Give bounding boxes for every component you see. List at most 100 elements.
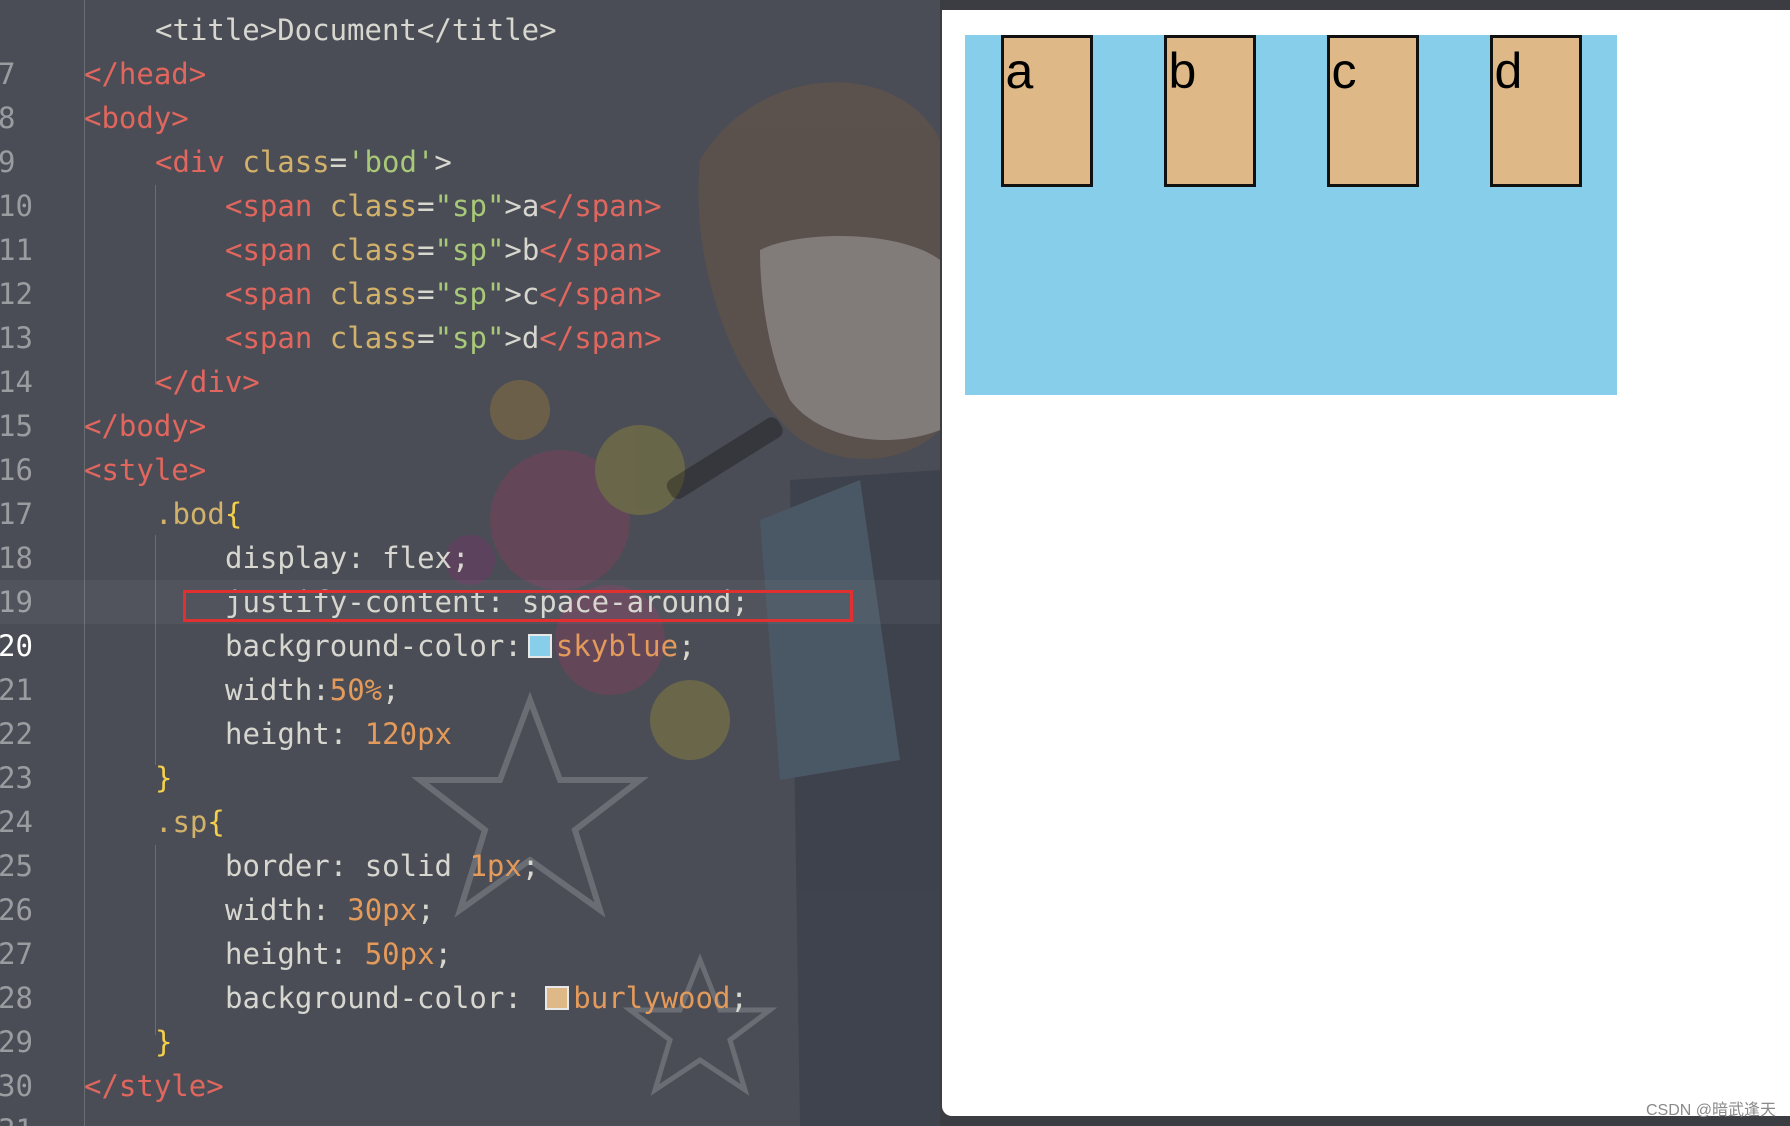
token-class-attr: class: [329, 189, 418, 223]
token-width-value: 30px: [347, 893, 418, 927]
code-line[interactable]: 22 width:50%;: [0, 668, 940, 751]
token-span-text: b: [521, 233, 540, 267]
burlywood-color-swatch[interactable]: [545, 986, 570, 1010]
code-editor[interactable]: 7 <title>Document</title> 8 </head> 9 <b…: [0, 0, 940, 1126]
token-class-attr: class: [329, 233, 418, 267]
code-line[interactable]: 19 display: flex;: [0, 536, 940, 619]
token-bg-value: skyblue: [555, 629, 679, 663]
token-brace-close: }: [155, 1025, 173, 1059]
code-line[interactable]: 26 border: solid 1px;: [0, 844, 940, 927]
code-line[interactable]: 14 <span class="sp">d</span>: [0, 316, 940, 399]
code-line[interactable]: 30 }: [0, 1020, 940, 1103]
code-line[interactable]: 18 .bod{: [0, 492, 940, 575]
token-height-value: 50px: [364, 937, 435, 971]
token-semicolon: ;: [434, 937, 452, 971]
token-span-close: </span>: [539, 277, 662, 311]
code-line[interactable]: 21 background-color: skyblue;: [0, 624, 940, 707]
token-title-text: Document: [277, 13, 417, 47]
code-line[interactable]: 28 height: 50px;: [0, 932, 940, 1015]
token-equals: =: [417, 189, 435, 223]
token-border-width: 1px: [469, 849, 522, 883]
token-class-value: "sp": [434, 277, 505, 311]
token-class-value: 'bod': [347, 145, 435, 179]
token-body-close: </body>: [84, 409, 207, 443]
token-sp-selector: .sp: [155, 805, 208, 839]
token-height-prop: height:: [225, 937, 348, 971]
code-line[interactable]: 24 }: [0, 756, 940, 839]
code-line[interactable]: 25 .sp{: [0, 800, 940, 883]
token-span-open: <span: [225, 189, 313, 223]
token-width-prop: width:: [225, 893, 330, 927]
token-span-close: </span>: [539, 321, 662, 355]
token-head-close: </head>: [84, 57, 207, 91]
flex-item-d: d: [1489, 35, 1582, 187]
token-bg-prop: background-color:: [225, 629, 522, 663]
csdn-watermark: CSDN @暗武逢天: [1645, 1102, 1776, 1119]
token-semicolon: ;: [730, 981, 748, 1015]
token-gt: >: [504, 189, 522, 223]
token-span-text: c: [521, 277, 540, 311]
token-semicolon: ;: [521, 849, 540, 883]
token-span-open: <span: [225, 277, 313, 311]
code-line[interactable]: 16 </body>: [0, 404, 940, 487]
token-equals: =: [417, 233, 435, 267]
code-line[interactable]: 12 <span class="sp">b</span>: [0, 228, 940, 311]
token-class-attr: class: [242, 145, 330, 179]
token-span-close: </span>: [539, 189, 662, 223]
code-line[interactable]: 29 background-color: burlywood;: [0, 976, 940, 1059]
token-bg-value: burlywood: [573, 981, 731, 1015]
code-line[interactable]: 11 <span class="sp">a</span>: [0, 184, 940, 267]
token-display-value: flex;: [382, 541, 470, 575]
token-style-open: <style>: [84, 453, 207, 487]
token-border-style: solid: [364, 849, 452, 883]
token-gt: >: [504, 233, 522, 267]
token-semicolon: ;: [678, 629, 696, 663]
code-line[interactable]: 7 <title>Document</title>: [0, 8, 940, 91]
token-span-text: d: [521, 321, 540, 355]
code-line[interactable]: 10 <div class='bod'>: [0, 140, 940, 223]
code-line[interactable]: 23 height: 120px: [0, 712, 940, 795]
token-gt: >: [434, 145, 452, 179]
token-div-open: <div: [155, 145, 225, 179]
token-span-text: a: [521, 189, 540, 223]
token-span-open: <span: [225, 321, 313, 355]
flex-container-bod: a b c d: [965, 35, 1617, 395]
token-bg-prop: background-color:: [225, 981, 522, 1015]
token-title-open: <title>: [155, 13, 278, 47]
token-brace-open: {: [224, 497, 243, 531]
token-brace-open: {: [207, 805, 225, 839]
browser-preview: a b c d: [942, 10, 1790, 1116]
token-height-prop: height:: [225, 717, 348, 751]
code-line[interactable]: 31 </style>: [0, 1064, 940, 1126]
line-number: 31: [0, 1108, 34, 1126]
code-line[interactable]: 15 </div>: [0, 360, 940, 443]
token-equals: =: [417, 321, 435, 355]
token-class-value: "sp": [434, 233, 505, 267]
token-class-value: "sp": [434, 321, 505, 355]
code-line[interactable]: 17 <style>: [0, 448, 940, 531]
token-semicolon: ;: [417, 893, 435, 927]
code-line[interactable]: 27 width: 30px;: [0, 888, 940, 971]
token-gt: >: [504, 277, 522, 311]
code-line[interactable]: 13 <span class="sp">c</span>: [0, 272, 940, 355]
token-class-value: "sp": [434, 189, 505, 223]
token-brace-close: }: [155, 761, 173, 795]
token-semicolon: ;: [382, 673, 400, 707]
skyblue-color-swatch[interactable]: [527, 634, 552, 658]
flex-item-b: b: [1163, 35, 1256, 187]
token-height-value: 120px: [364, 717, 452, 751]
token-class-attr: class: [329, 277, 418, 311]
token-body-open: <body>: [84, 101, 189, 135]
code-line[interactable]: 9 <body>: [0, 96, 940, 179]
token-width-value: 50%: [329, 673, 383, 707]
token-span-close: </span>: [539, 233, 662, 267]
token-style-close: </style>: [84, 1069, 224, 1103]
highlight-annotation-box: [183, 590, 853, 622]
token-div-close: </div>: [155, 365, 260, 399]
code-line[interactable]: 8 </head>: [0, 52, 940, 135]
token-width-prop: width:: [225, 673, 330, 707]
token-equals: =: [417, 277, 435, 311]
token-class-attr: class: [329, 321, 418, 355]
token-span-open: <span: [225, 233, 313, 267]
token-display-prop: display:: [225, 541, 365, 575]
